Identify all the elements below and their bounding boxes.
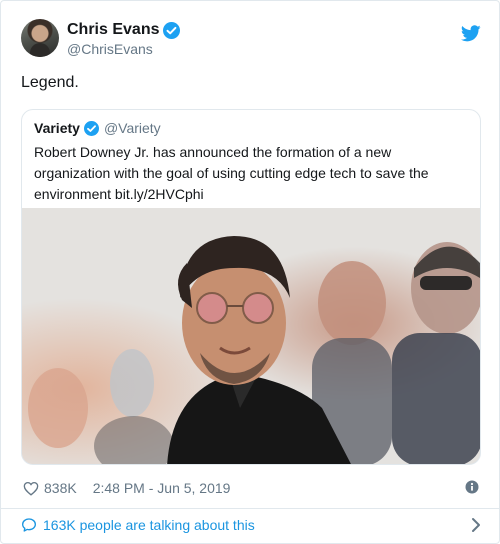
info-icon[interactable] [465, 480, 479, 494]
author-avatar[interactable] [21, 19, 59, 57]
quoted-text: Robert Downey Jr. has announced the form… [34, 144, 429, 202]
quoted-author-handle[interactable]: @Variety [104, 120, 161, 136]
author-name[interactable]: Chris Evans [67, 21, 159, 39]
quoted-verified-badge-icon [83, 120, 99, 136]
tweet-header: Chris Evans @ChrisEvans [21, 19, 481, 61]
author-handle[interactable]: @ChrisEvans [67, 41, 153, 57]
conversation-link[interactable]: 163K people are talking about this [43, 517, 255, 533]
heart-icon[interactable] [23, 481, 39, 496]
speech-bubble-icon [22, 518, 36, 532]
quoted-photo[interactable] [22, 208, 480, 464]
footer-divider [1, 508, 499, 509]
quoted-author-name[interactable]: Variety [34, 120, 80, 136]
quoted-header: Variety @Variety [34, 120, 161, 136]
verified-badge-icon [163, 21, 181, 39]
author-name-row: Chris Evans [67, 21, 181, 39]
like-count[interactable]: 838K [44, 480, 77, 496]
twitter-bird-icon[interactable] [461, 25, 481, 42]
photo-illustration [22, 208, 480, 464]
quoted-tweet[interactable]: Variety @Variety Robert Downey Jr. has a… [21, 109, 481, 465]
tweet-timestamp[interactable]: 2:48 PM - Jun 5, 2019 [93, 480, 231, 496]
chevron-right-icon[interactable] [471, 517, 481, 533]
tweet-text: Legend. [21, 74, 79, 91]
tweet-footer[interactable]: 163K people are talking about this [21, 515, 481, 535]
tweet-card: Chris Evans @ChrisEvans Legend. Variety … [0, 0, 500, 544]
tweet-meta: 838K 2:48 PM - Jun 5, 2019 [23, 478, 479, 498]
